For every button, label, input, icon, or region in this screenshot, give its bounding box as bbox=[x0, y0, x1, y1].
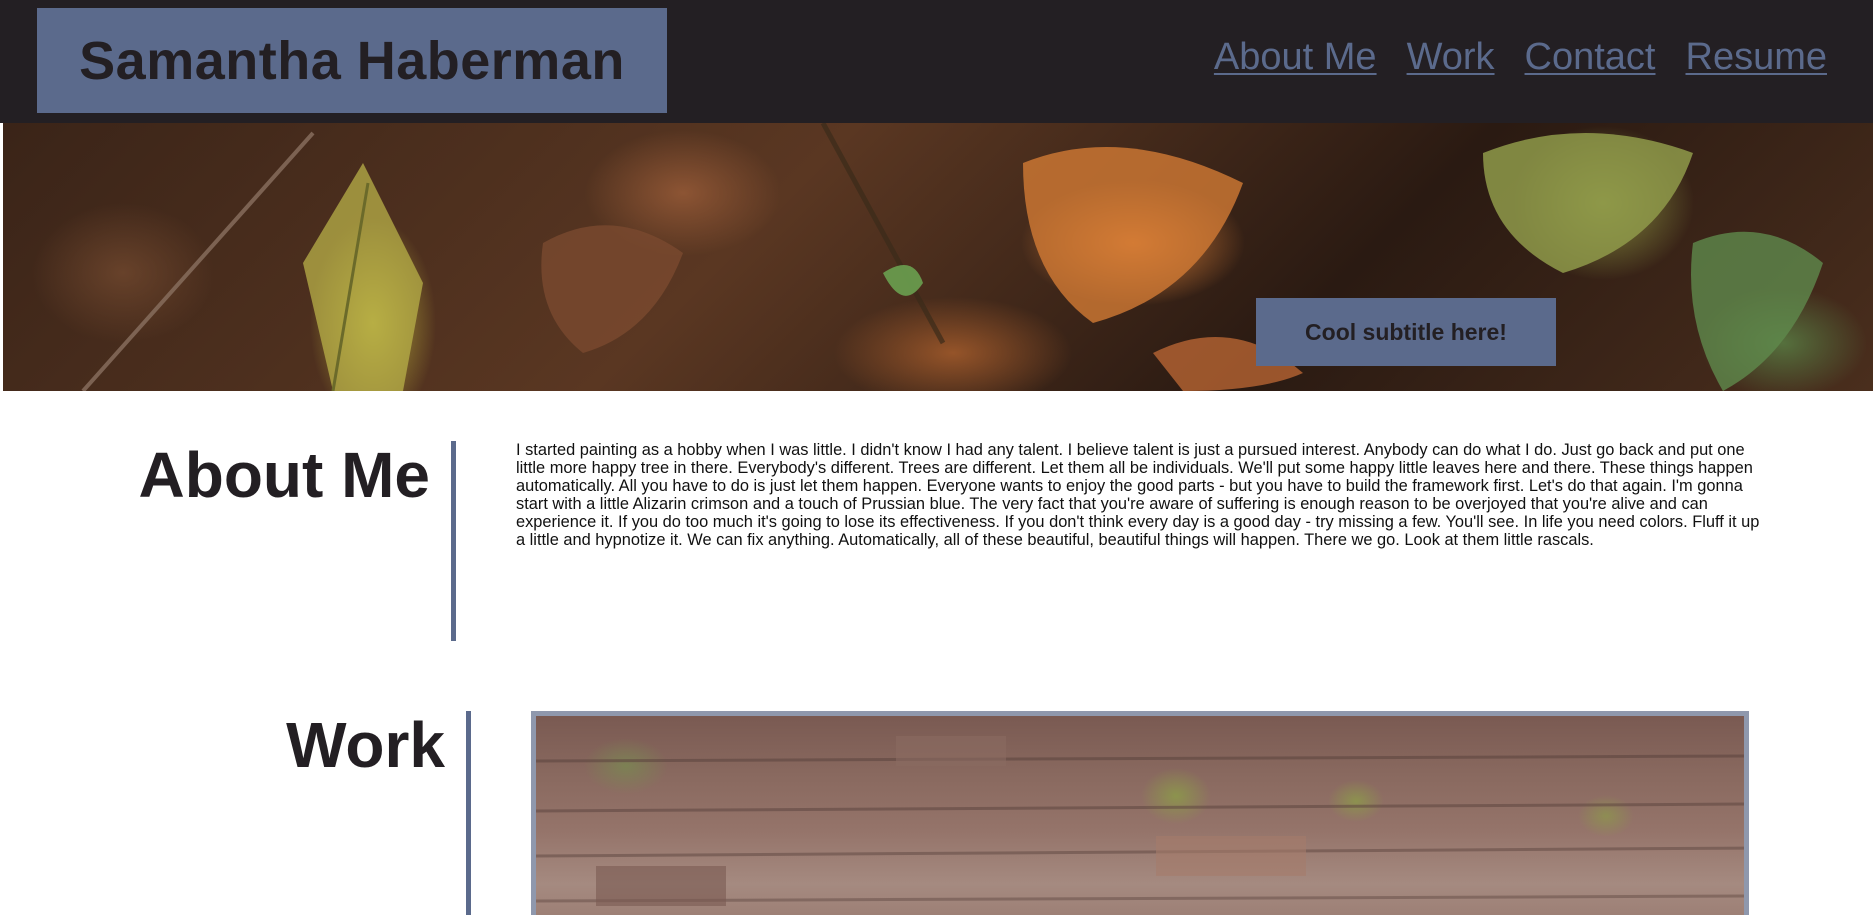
nav-link-about-me[interactable]: About Me bbox=[1214, 36, 1377, 79]
about-section-title: About Me bbox=[138, 439, 431, 511]
site-title[interactable]: Samantha Haberman bbox=[79, 30, 625, 92]
hero-subtitle-box: Cool subtitle here! bbox=[1256, 298, 1556, 366]
brand-block[interactable]: Samantha Haberman bbox=[37, 8, 667, 113]
work-divider bbox=[466, 711, 471, 915]
hero-subtitle: Cool subtitle here! bbox=[1305, 318, 1507, 345]
nav-link-contact[interactable]: Contact bbox=[1525, 36, 1656, 79]
main-nav: About Me Work Contact Resume bbox=[1214, 36, 1827, 79]
page: Samantha Haberman About Me Work Contact … bbox=[0, 0, 1873, 915]
nav-link-resume[interactable]: Resume bbox=[1686, 36, 1828, 79]
site-header: Samantha Haberman About Me Work Contact … bbox=[0, 0, 1873, 123]
work-project-image[interactable] bbox=[531, 711, 1749, 915]
hero-banner-image bbox=[3, 123, 1873, 391]
about-paragraph: I started painting as a hobby when I was… bbox=[516, 441, 1760, 549]
about-divider bbox=[451, 441, 456, 641]
nav-link-work[interactable]: Work bbox=[1407, 36, 1495, 79]
rock-texture-decoration bbox=[536, 736, 1744, 906]
work-section-title: Work bbox=[286, 709, 445, 781]
hero-leaves-decoration bbox=[81, 123, 1823, 391]
